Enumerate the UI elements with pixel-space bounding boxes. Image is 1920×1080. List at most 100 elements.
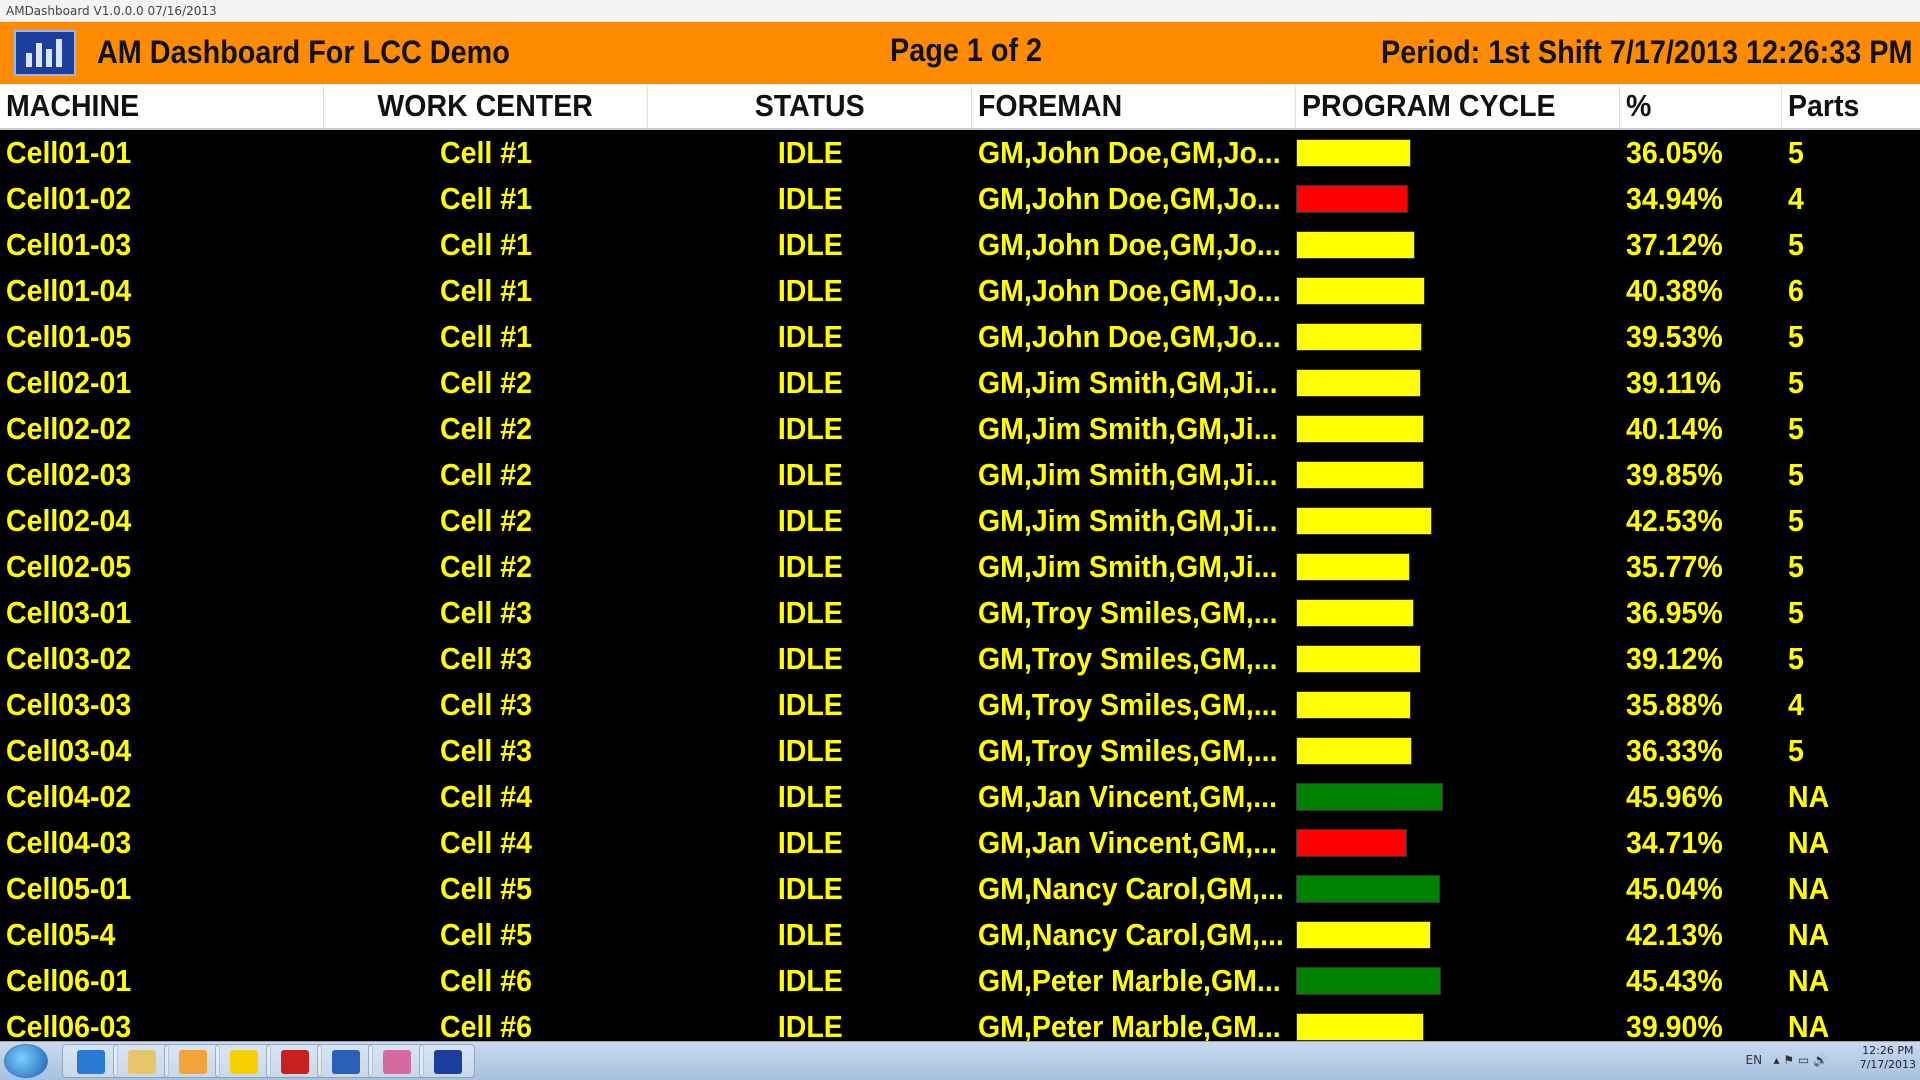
work-center-cell: Cell #1 bbox=[440, 319, 532, 354]
outlook-icon[interactable] bbox=[164, 1044, 220, 1078]
table-row[interactable]: Cell04-02 Cell #4 IDLE GM,Jan Vincent,GM,..… bbox=[0, 774, 1920, 820]
column-header-work-center[interactable]: WORK CENTER bbox=[324, 84, 648, 128]
bar-chart-icon bbox=[14, 30, 76, 76]
system-tray[interactable]: EN ▴ ⚑ ▭ 🔊 bbox=[1745, 1053, 1828, 1067]
table-row[interactable]: Cell06-01 Cell #6 IDLE GM,Peter Marble,GM..… bbox=[0, 958, 1920, 1004]
paint-glyph bbox=[383, 1050, 411, 1074]
percent-cell: 36.95% bbox=[1626, 595, 1723, 630]
foreman-cell: GM,Jan Vincent,GM,... bbox=[978, 779, 1277, 814]
column-header-parts[interactable]: Parts bbox=[1782, 84, 1920, 128]
start-button-icon[interactable] bbox=[4, 1044, 48, 1078]
clock-date: 7/17/2013 bbox=[1859, 1058, 1916, 1071]
machine-cell: Cell05-01 bbox=[6, 871, 132, 906]
machine-cell: Cell03-04 bbox=[6, 733, 132, 768]
program-cycle-cell bbox=[1296, 369, 1596, 397]
foreman-cell: GM,John Doe,GM,Jo... bbox=[978, 273, 1281, 308]
parts-cell: 4 bbox=[1788, 181, 1804, 216]
percent-cell: 40.38% bbox=[1626, 273, 1723, 308]
table-row[interactable]: Cell04-03 Cell #4 IDLE GM,Jan Vincent,GM,..… bbox=[0, 820, 1920, 866]
amdashboard-glyph bbox=[434, 1050, 462, 1074]
foreman-cell: GM,Jim Smith,GM,Ji... bbox=[978, 365, 1278, 400]
column-header-machine[interactable]: MACHINE bbox=[0, 84, 324, 128]
table-row[interactable]: Cell01-01 Cell #1 IDLE GM,John Doe,GM,Jo...… bbox=[0, 130, 1920, 176]
table-row[interactable]: Cell02-04 Cell #2 IDLE GM,Jim Smith,GM,Ji..… bbox=[0, 498, 1920, 544]
page-indicator: Page 1 of 2 bbox=[890, 32, 1043, 68]
program-cycle-bar bbox=[1296, 507, 1432, 535]
percent-cell: 39.85% bbox=[1626, 457, 1723, 492]
language-indicator[interactable]: EN bbox=[1745, 1053, 1762, 1067]
internet-explorer-icon[interactable] bbox=[62, 1044, 118, 1078]
status-cell: IDLE bbox=[777, 641, 843, 676]
parts-cell: NA bbox=[1788, 825, 1830, 860]
column-header-percent[interactable]: % bbox=[1620, 84, 1782, 128]
parts-cell: 5 bbox=[1788, 641, 1804, 676]
percent-cell: 40.14% bbox=[1626, 411, 1723, 446]
table-row[interactable]: Cell05-4 Cell #5 IDLE GM,Nancy Carol,GM,...… bbox=[0, 912, 1920, 958]
amdashboard-icon[interactable] bbox=[419, 1044, 475, 1078]
machine-cell: Cell01-04 bbox=[6, 273, 132, 308]
table-row[interactable]: Cell02-02 Cell #2 IDLE GM,Jim Smith,GM,Ji..… bbox=[0, 406, 1920, 452]
clock-time: 12:26 PM bbox=[1862, 1044, 1914, 1057]
z-app-icon[interactable] bbox=[215, 1044, 271, 1078]
status-cell: IDLE bbox=[777, 503, 843, 538]
table-row[interactable]: Cell03-02 Cell #3 IDLE GM,Troy Smiles,GM,..… bbox=[0, 636, 1920, 682]
work-center-cell: Cell #4 bbox=[440, 825, 532, 860]
internet-explorer-glyph bbox=[77, 1050, 105, 1074]
status-cell: IDLE bbox=[777, 273, 843, 308]
machine-cell: Cell01-03 bbox=[6, 227, 132, 262]
machine-table-body: Cell01-01 Cell #1 IDLE GM,John Doe,GM,Jo...… bbox=[0, 130, 1920, 1041]
paint-icon[interactable] bbox=[368, 1044, 424, 1078]
table-row[interactable]: Cell01-03 Cell #1 IDLE GM,John Doe,GM,Jo...… bbox=[0, 222, 1920, 268]
percent-cell: 34.71% bbox=[1626, 825, 1723, 860]
machine-cell: Cell02-05 bbox=[6, 549, 132, 584]
work-center-cell: Cell #1 bbox=[440, 181, 532, 216]
table-row[interactable]: Cell06-03 Cell #6 IDLE GM,Peter Marble,GM..… bbox=[0, 1004, 1920, 1041]
program-cycle-cell bbox=[1296, 1013, 1596, 1041]
program-cycle-cell bbox=[1296, 231, 1596, 259]
program-cycle-cell bbox=[1296, 967, 1596, 995]
file-explorer-icon[interactable] bbox=[113, 1044, 169, 1078]
foreman-cell: GM,Peter Marble,GM... bbox=[978, 963, 1281, 998]
percent-cell: 45.43% bbox=[1626, 963, 1723, 998]
percent-cell: 35.77% bbox=[1626, 549, 1723, 584]
table-row[interactable]: Cell03-03 Cell #3 IDLE GM,Troy Smiles,GM,..… bbox=[0, 682, 1920, 728]
table-row[interactable]: Cell02-03 Cell #2 IDLE GM,Jim Smith,GM,Ji..… bbox=[0, 452, 1920, 498]
program-cycle-bar bbox=[1296, 1013, 1424, 1041]
table-row[interactable]: Cell01-02 Cell #1 IDLE GM,John Doe,GM,Jo...… bbox=[0, 176, 1920, 222]
percent-cell: 45.04% bbox=[1626, 871, 1723, 906]
column-header-program-cycle[interactable]: PROGRAM CYCLE bbox=[1296, 84, 1620, 128]
work-center-cell: Cell #2 bbox=[440, 549, 532, 584]
table-row[interactable]: Cell02-05 Cell #2 IDLE GM,Jim Smith,GM,Ji..… bbox=[0, 544, 1920, 590]
program-cycle-bar bbox=[1296, 461, 1424, 489]
cg-app-icon[interactable] bbox=[266, 1044, 322, 1078]
cg-app-glyph bbox=[281, 1050, 309, 1074]
table-row[interactable]: Cell01-05 Cell #1 IDLE GM,John Doe,GM,Jo...… bbox=[0, 314, 1920, 360]
work-center-cell: Cell #6 bbox=[440, 963, 532, 998]
parts-cell: 5 bbox=[1788, 135, 1804, 170]
percent-cell: 42.13% bbox=[1626, 917, 1723, 952]
foreman-cell: GM,John Doe,GM,Jo... bbox=[978, 135, 1281, 170]
status-cell: IDLE bbox=[777, 733, 843, 768]
table-row[interactable]: Cell05-01 Cell #5 IDLE GM,Nancy Carol,GM,..… bbox=[0, 866, 1920, 912]
work-center-cell: Cell #3 bbox=[440, 595, 532, 630]
work-center-cell: Cell #2 bbox=[440, 411, 532, 446]
status-cell: IDLE bbox=[777, 227, 843, 262]
status-cell: IDLE bbox=[777, 963, 843, 998]
table-row[interactable]: Cell03-04 Cell #3 IDLE GM,Troy Smiles,GM,..… bbox=[0, 728, 1920, 774]
foreman-cell: GM,Jim Smith,GM,Ji... bbox=[978, 457, 1278, 492]
clock[interactable]: 12:26 PM 7/17/2013 bbox=[1860, 1044, 1916, 1072]
word-glyph bbox=[332, 1050, 360, 1074]
status-cell: IDLE bbox=[777, 917, 843, 952]
column-header-foreman[interactable]: FOREMAN bbox=[972, 84, 1296, 128]
status-cell: IDLE bbox=[777, 457, 843, 492]
table-row[interactable]: Cell02-01 Cell #2 IDLE GM,Jim Smith,GM,Ji..… bbox=[0, 360, 1920, 406]
table-row[interactable]: Cell03-01 Cell #3 IDLE GM,Troy Smiles,GM,..… bbox=[0, 590, 1920, 636]
table-row[interactable]: Cell01-04 Cell #1 IDLE GM,John Doe,GM,Jo...… bbox=[0, 268, 1920, 314]
machine-cell: Cell03-01 bbox=[6, 595, 132, 630]
machine-cell: Cell03-02 bbox=[6, 641, 132, 676]
outlook-glyph bbox=[179, 1050, 207, 1074]
status-cell: IDLE bbox=[777, 779, 843, 814]
word-icon[interactable] bbox=[317, 1044, 373, 1078]
column-header-status[interactable]: STATUS bbox=[648, 84, 972, 128]
work-center-cell: Cell #2 bbox=[440, 365, 532, 400]
